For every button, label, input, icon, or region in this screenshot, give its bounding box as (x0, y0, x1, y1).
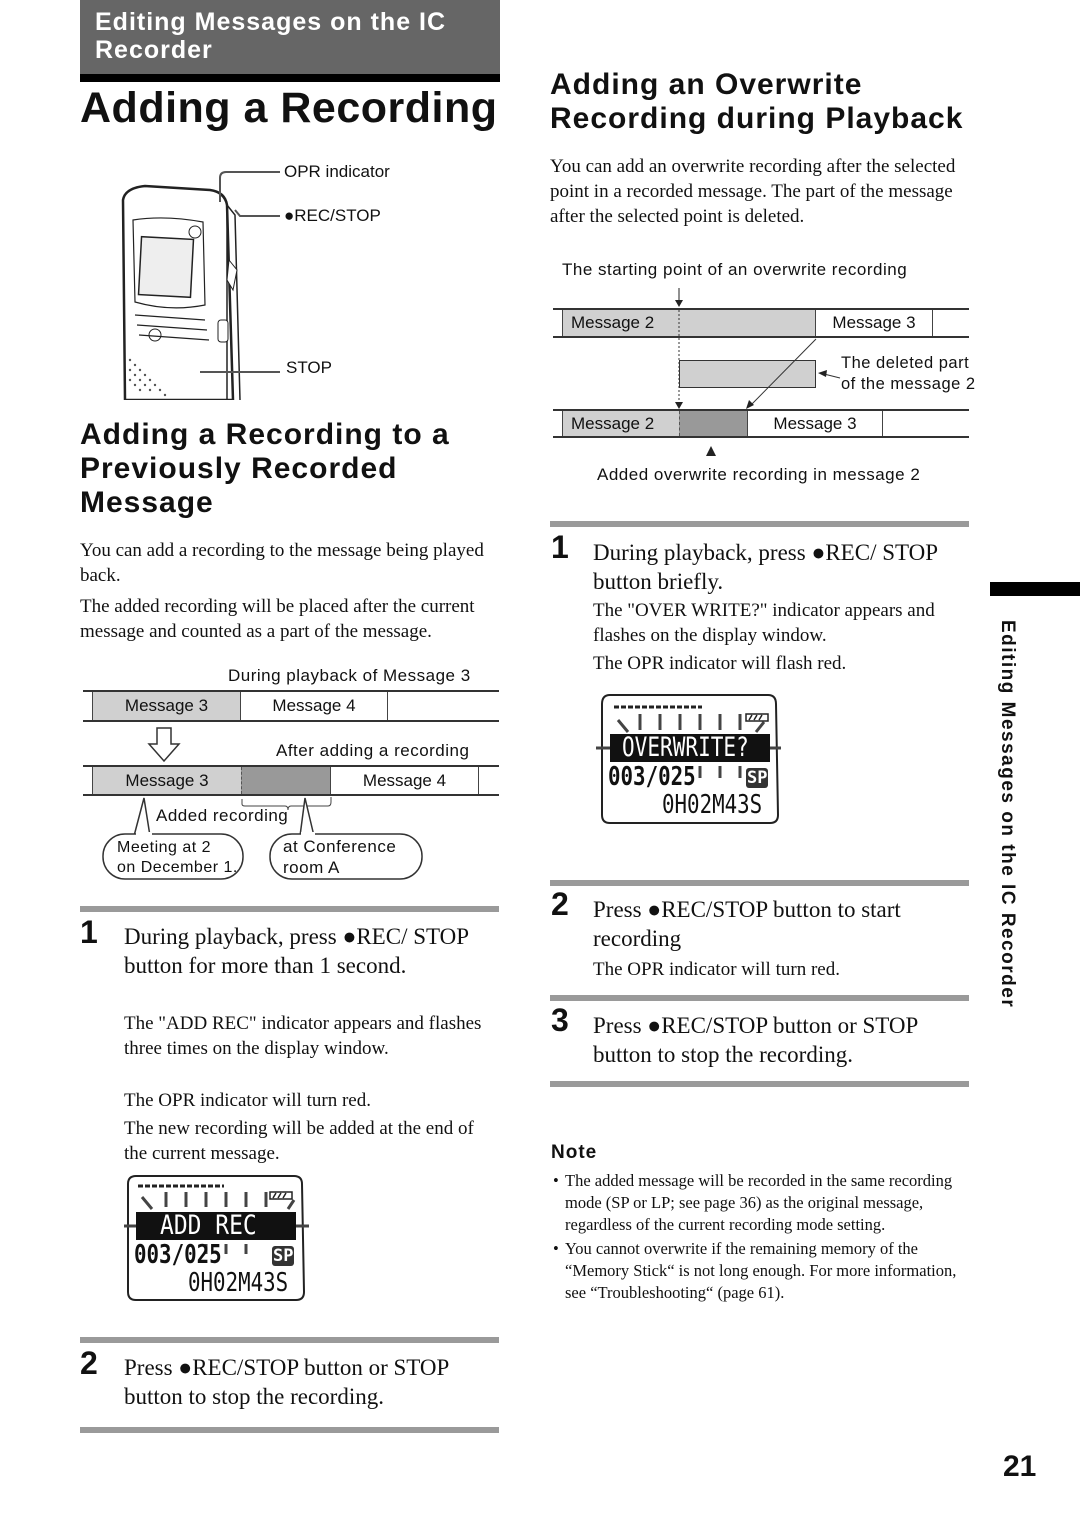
lcd-banner: OVERWRITE? (622, 732, 749, 763)
step-number-2: 2 (80, 1345, 98, 1381)
lcd-counter: 003/025 (608, 762, 696, 792)
step-divider (80, 1427, 499, 1433)
lcd-mode: SP (747, 768, 768, 788)
diagram-label-starting-point: The starting point of an overwrite recor… (562, 260, 908, 279)
segment-message-3: Message 3 (92, 692, 241, 720)
step-1-note-3: The new recording will be added at the e… (124, 1118, 474, 1164)
triangle-marker-icon (706, 446, 716, 456)
lcd-banner: ADD REC (160, 1210, 257, 1241)
ow-step-2-instruction: Press ●REC/STOP button to start recordin… (593, 897, 901, 951)
side-tab-label: Editing Messages on the IC Recorder (985, 620, 1025, 1020)
lcd-time: 0H02M43S (662, 790, 763, 820)
segment-added-recording (241, 767, 331, 794)
left-paragraph-1: You can add a recording to the message b… (80, 540, 484, 586)
step-number-3: 3 (551, 1002, 569, 1038)
callout-stop: STOP (286, 358, 332, 377)
page-title: Adding a Recording (80, 84, 498, 132)
side-tab-marker (990, 582, 1080, 596)
diagram-label-during-playback: During playback of Message 3 (228, 666, 471, 685)
lcd-add-rec-display: ADD REC 003/025 SP 0H02M43S (124, 1172, 309, 1312)
lcd-mode: SP (273, 1246, 294, 1266)
bubble-conference-line2: room A (283, 858, 340, 877)
bubble-meeting-line1: Meeting at 2 (117, 839, 212, 856)
callout-rec-stop: ●REC/STOP (284, 206, 381, 225)
ow-step-1-note-2: The OPR indicator will flash red. (593, 653, 847, 674)
down-arrow-icon (147, 727, 181, 763)
lcd-overwrite-display: OVERWRITE? 003/025 SP 0H02M43S (596, 690, 781, 830)
step-divider (550, 1081, 969, 1087)
section-heading-overwrite: Adding an Overwrite Recording during Pla… (550, 68, 964, 135)
section-heading-add-recording: Adding a Recording to a Previously Recor… (80, 418, 450, 519)
callout-leader-lines (200, 171, 280, 373)
step-divider (80, 906, 499, 912)
step-divider (550, 880, 969, 886)
added-recording-label: Added recording (156, 806, 289, 825)
step-number-1: 1 (80, 914, 98, 950)
overwrite-arrows (675, 288, 841, 456)
note-heading: Note (551, 1142, 598, 1163)
note-item: The added message will be recorded in th… (553, 1170, 971, 1236)
segment-message-3-after: Message 3 (92, 767, 241, 794)
step-1-note-1: The "ADD REC" indicator appears and flas… (124, 1013, 482, 1059)
step-number-2: 2 (551, 886, 569, 922)
step-1-note-2: The OPR indicator will turn red. (124, 1090, 371, 1111)
header-rule (80, 74, 500, 82)
note-item: You cannot overwrite if the remaining me… (553, 1238, 971, 1304)
ow-step-2-note-1: The OPR indicator will turn red. (593, 959, 840, 980)
left-paragraph-2: The added recording will be placed after… (80, 596, 475, 642)
step-1-instruction: During playback, press ●REC/ STOP button… (124, 924, 469, 978)
side-tab-text: Editing Messages on the IC Recorder (997, 620, 1018, 1009)
diagram-label-added-overwrite: Added overwrite recording in message 2 (597, 465, 921, 484)
row1-bottom-line (83, 720, 499, 722)
bubble-conference-line1: at Conference (283, 837, 397, 856)
note-box: Note The added message will be recorded … (551, 1142, 971, 1304)
callout-opr-indicator: OPR indicator (284, 162, 390, 181)
section-title: Editing Messages on the IC Recorder (95, 8, 447, 64)
bubble-meeting-line2: on December 1. (117, 859, 238, 876)
step-divider (80, 1337, 499, 1343)
step-number-1: 1 (551, 529, 569, 565)
lcd-time: 0H02M43S (188, 1268, 289, 1298)
segment-message-4: Message 4 (241, 692, 388, 720)
step-divider (550, 521, 969, 527)
step-divider (550, 995, 969, 1001)
segment-message-4-after: Message 4 (331, 767, 479, 794)
ow-step-3-instruction: Press ●REC/STOP button or STOP button to… (593, 1013, 918, 1067)
page-number: 21 (1003, 1450, 1037, 1483)
lcd-counter: 003/025 (134, 1240, 222, 1270)
step-2-instruction: Press ●REC/STOP button or STOP button to… (124, 1355, 449, 1409)
ow-step-1-note-1: The "OVER WRITE?" indicator appears and … (593, 600, 935, 646)
diagram-label-after-adding: After adding a recording (276, 741, 470, 760)
right-paragraph: You can add an overwrite recording after… (550, 156, 956, 227)
ow-step-1-instruction: During playback, press ●REC/ STOP button… (593, 540, 938, 594)
